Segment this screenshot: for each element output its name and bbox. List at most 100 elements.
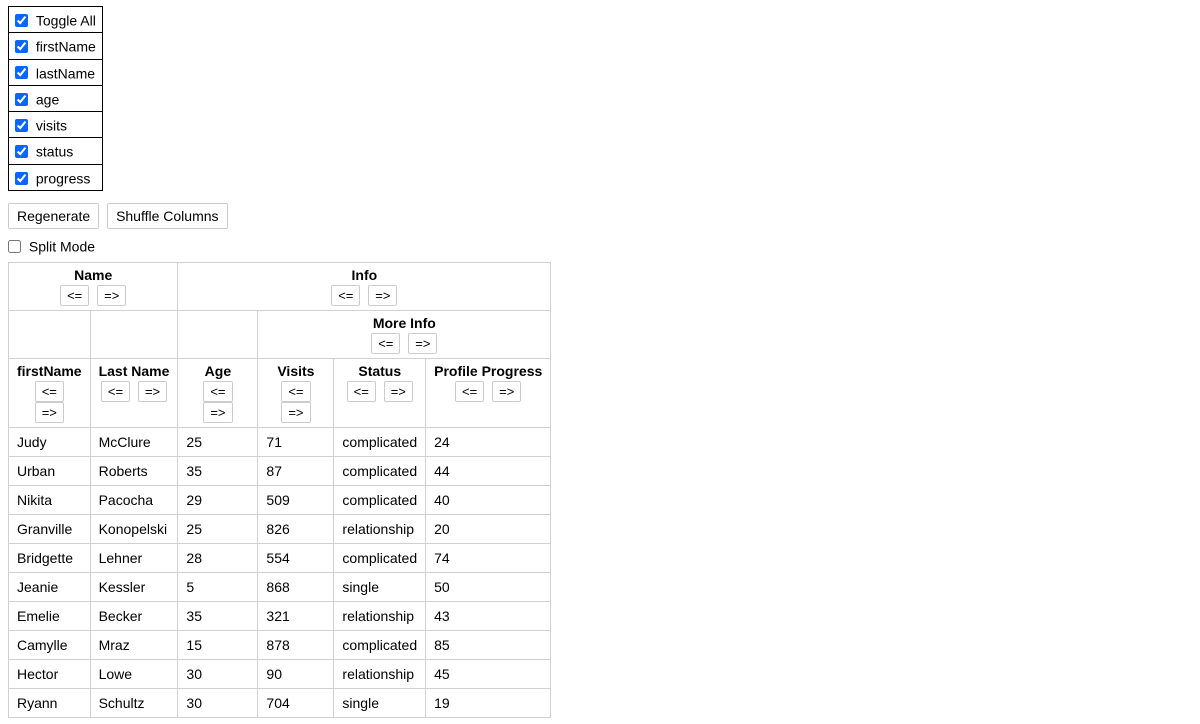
move-right-button[interactable]: => [203, 402, 232, 423]
move-right-button[interactable]: => [97, 285, 126, 306]
cell-status: relationship [334, 515, 426, 544]
move-right-button[interactable]: => [368, 285, 397, 306]
visibility-item[interactable]: firstName [9, 33, 102, 59]
cell-visits: 878 [258, 631, 334, 660]
column-title: firstName [17, 363, 82, 379]
cell-visits: 704 [258, 689, 334, 718]
column-title: Visits [266, 363, 325, 379]
cell-progress: 20 [426, 515, 551, 544]
column-header-visits: Visits <= => [258, 359, 334, 428]
move-right-button[interactable]: => [384, 381, 413, 402]
cell-age: 28 [178, 544, 258, 573]
visibility-item[interactable]: visits [9, 112, 102, 138]
visibility-item[interactable]: age [9, 86, 102, 112]
cell-progress: 85 [426, 631, 551, 660]
header-row-groups: Name <= => Info <= => [9, 263, 551, 311]
toggle-all-checkbox[interactable] [15, 14, 28, 27]
cell-firstName: Nikita [9, 486, 91, 515]
cell-progress: 45 [426, 660, 551, 689]
cell-firstName: Hector [9, 660, 91, 689]
visibility-checkbox-status[interactable] [15, 145, 28, 158]
cell-progress: 24 [426, 428, 551, 457]
cell-firstName: Camylle [9, 631, 91, 660]
group-header-more-info: More Info <= => [258, 311, 551, 359]
visibility-checkbox-firstName[interactable] [15, 40, 28, 53]
cell-age: 30 [178, 689, 258, 718]
cell-progress: 19 [426, 689, 551, 718]
move-left-button[interactable]: <= [203, 381, 232, 402]
cell-progress: 44 [426, 457, 551, 486]
group-title: More Info [266, 315, 542, 331]
cell-status: relationship [334, 602, 426, 631]
move-left-button[interactable]: <= [347, 381, 376, 402]
cell-progress: 43 [426, 602, 551, 631]
cell-firstName: Granville [9, 515, 91, 544]
visibility-item[interactable]: lastName [9, 60, 102, 86]
cell-status: single [334, 573, 426, 602]
regenerate-button[interactable]: Regenerate [8, 203, 99, 229]
visibility-checkbox-age[interactable] [15, 93, 28, 106]
column-title: Age [186, 363, 249, 379]
table-row: CamylleMraz15878complicated85 [9, 631, 551, 660]
cell-status: relationship [334, 660, 426, 689]
move-left-button[interactable]: <= [60, 285, 89, 306]
column-title: Profile Progress [434, 363, 542, 379]
cell-age: 35 [178, 457, 258, 486]
cell-status: complicated [334, 631, 426, 660]
cell-age: 5 [178, 573, 258, 602]
cell-lastName: Becker [90, 602, 178, 631]
move-right-button[interactable]: => [408, 333, 437, 354]
cell-age: 15 [178, 631, 258, 660]
move-left-button[interactable]: <= [101, 381, 130, 402]
visibility-checkbox-visits[interactable] [15, 119, 28, 132]
column-header-status: Status <= => [334, 359, 426, 428]
group-title: Name [17, 267, 169, 283]
move-left-button[interactable]: <= [35, 381, 64, 402]
cell-firstName: Ryann [9, 689, 91, 718]
move-right-button[interactable]: => [492, 381, 521, 402]
move-left-button[interactable]: <= [455, 381, 484, 402]
move-left-button[interactable]: <= [281, 381, 310, 402]
table-row: JeanieKessler5868single50 [9, 573, 551, 602]
visibility-checkbox-lastName[interactable] [15, 66, 28, 79]
group-header-name: Name <= => [9, 263, 178, 311]
move-right-button[interactable]: => [138, 381, 167, 402]
table-row: JudyMcClure2571complicated24 [9, 428, 551, 457]
cell-progress: 74 [426, 544, 551, 573]
split-mode-label: Split Mode [29, 238, 95, 254]
visibility-checkbox-progress[interactable] [15, 172, 28, 185]
cell-visits: 321 [258, 602, 334, 631]
cell-lastName: Roberts [90, 457, 178, 486]
group-title: Info [186, 267, 542, 283]
cell-lastName: Lowe [90, 660, 178, 689]
cell-lastName: Mraz [90, 631, 178, 660]
move-left-button[interactable]: <= [331, 285, 360, 306]
cell-visits: 87 [258, 457, 334, 486]
table-row: UrbanRoberts3587complicated44 [9, 457, 551, 486]
column-header-lastName: Last Name <= => [90, 359, 178, 428]
subgroup-placeholder [178, 311, 258, 359]
cell-status: complicated [334, 457, 426, 486]
toggle-all-row[interactable]: Toggle All [9, 7, 102, 33]
cell-lastName: Pacocha [90, 486, 178, 515]
subgroup-placeholder [9, 311, 91, 359]
cell-visits: 90 [258, 660, 334, 689]
cell-progress: 40 [426, 486, 551, 515]
move-left-button[interactable]: <= [371, 333, 400, 354]
shuffle-columns-button[interactable]: Shuffle Columns [107, 203, 227, 229]
move-right-button[interactable]: => [35, 402, 64, 423]
cell-firstName: Jeanie [9, 573, 91, 602]
visibility-label: status [36, 144, 73, 160]
split-mode-checkbox[interactable] [8, 240, 21, 253]
split-mode-row[interactable]: Split Mode [8, 237, 1192, 254]
cell-age: 30 [178, 660, 258, 689]
move-right-button[interactable]: => [281, 402, 310, 423]
table-row: BridgetteLehner28554complicated74 [9, 544, 551, 573]
visibility-item[interactable]: status [9, 138, 102, 164]
cell-age: 25 [178, 515, 258, 544]
cell-status: complicated [334, 428, 426, 457]
cell-visits: 868 [258, 573, 334, 602]
visibility-label: lastName [36, 65, 95, 81]
column-header-firstName: firstName <= => [9, 359, 91, 428]
visibility-item[interactable]: progress [9, 165, 102, 190]
